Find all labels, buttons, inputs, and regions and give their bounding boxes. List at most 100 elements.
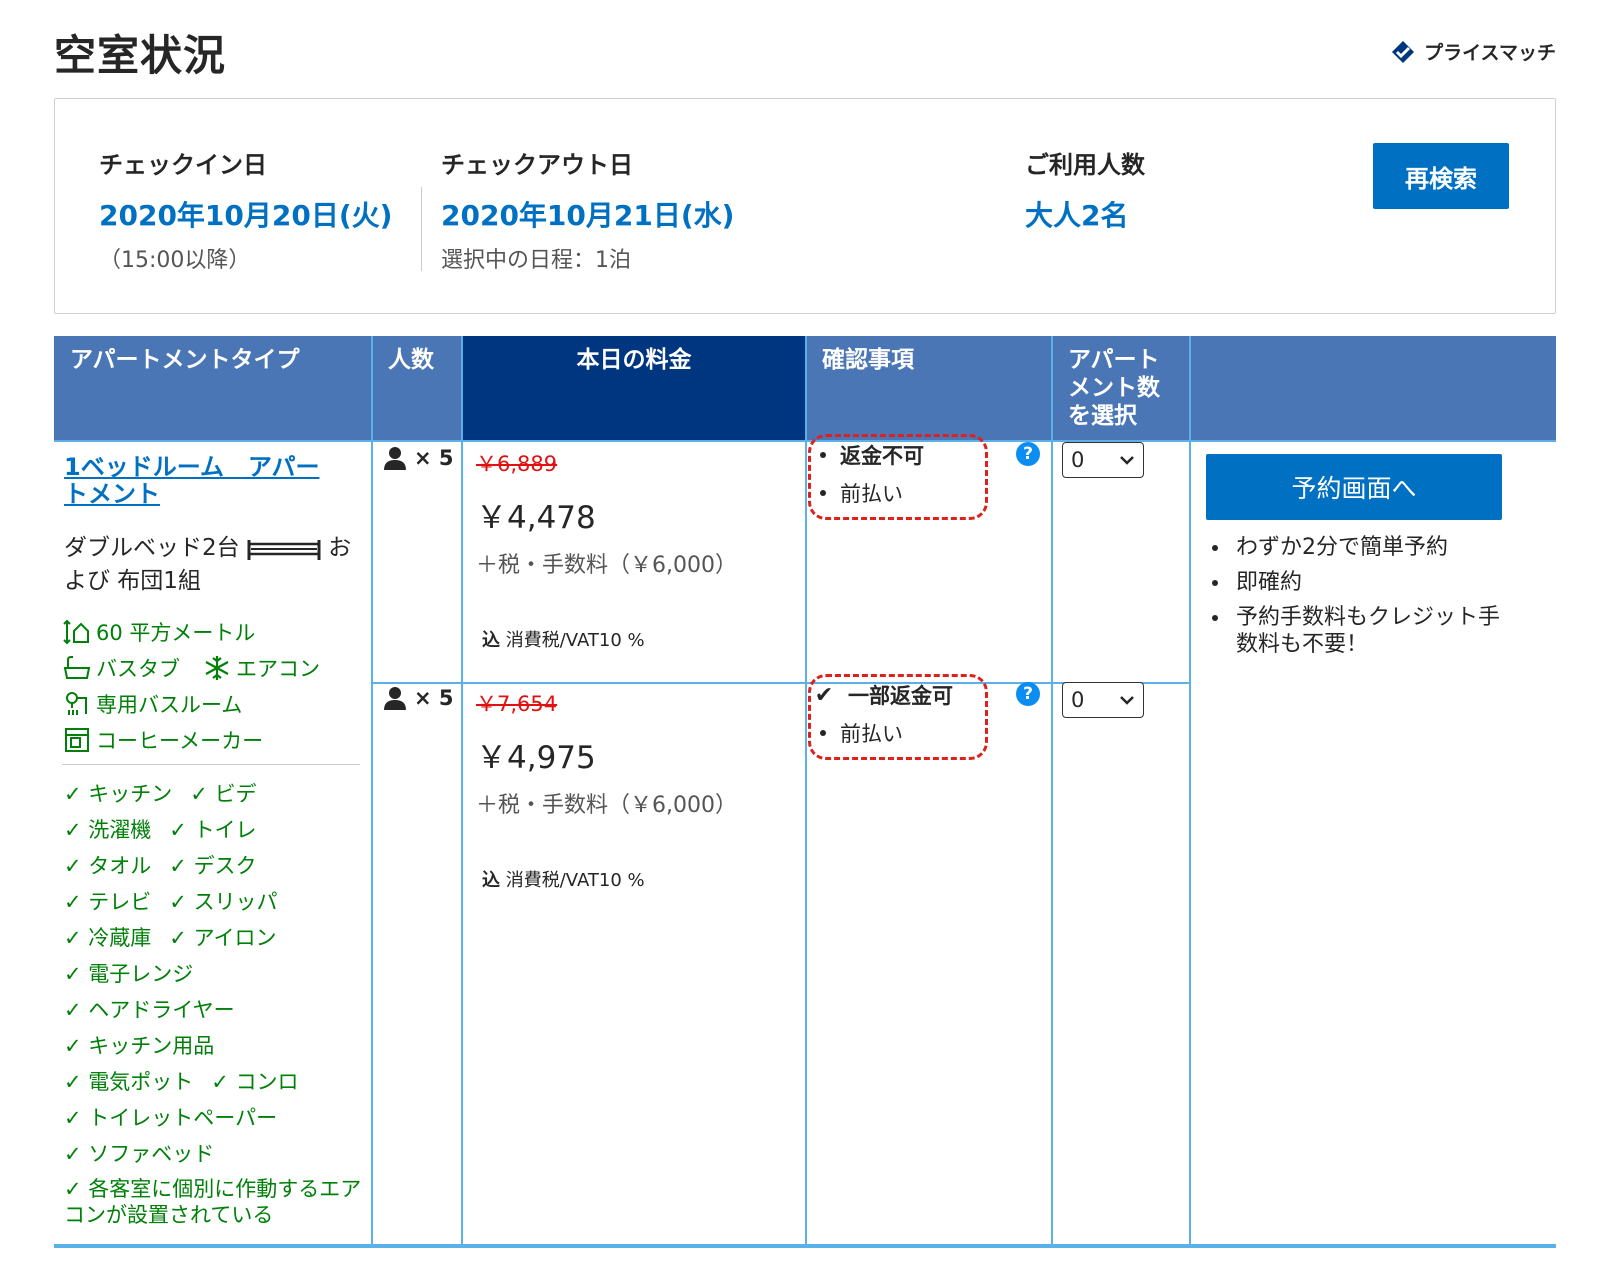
person-icon [384, 447, 406, 470]
amenity-item: ビデ [190, 782, 256, 806]
original-price: ￥6,889 [476, 452, 558, 476]
col-divider [371, 336, 373, 1248]
amenities-list: キッチンビデ 洗濯機トイレ タオルデスク テレビスリッパ 冷蔵庫アイロン 電子レ… [64, 776, 364, 1228]
select-value: 0 [1071, 448, 1085, 472]
benefit-item: 予約手数料もクレジット手数料も不要！ [1208, 604, 1508, 658]
facility-coffee-maker: コーヒーメーカー [62, 722, 362, 758]
vat-prefix: 込 [482, 630, 500, 651]
amenity-item: 電気ポット [64, 1070, 193, 1094]
current-price: ￥4,478 [476, 500, 596, 536]
price-cell-1: ￥6,889 ￥4,478 ＋税・手数料（￥6,000） [476, 448, 737, 579]
checkin-date[interactable]: 2020年10月20日(火) [99, 194, 392, 234]
col-divider [1051, 336, 1053, 1248]
tax-fee-note: ＋税・手数料（￥6,000） [476, 553, 737, 578]
header-conditions: 確認事項 [806, 336, 1052, 442]
air-conditioning-icon [205, 656, 229, 680]
checkin-label: チェックイン日 [99, 151, 267, 179]
date-divider [421, 187, 422, 271]
vat-note-2: 込 消費税/VAT10 % [482, 866, 645, 892]
facility-label: 60 平方メートル [96, 621, 256, 645]
amenity-row: キッチンビデ [64, 776, 364, 812]
research-button[interactable]: 再検索 [1373, 143, 1509, 209]
page-title: 空室状況 [54, 31, 227, 80]
guests-value[interactable]: 大人2名 [1025, 194, 1145, 234]
annotation-circle [808, 434, 988, 520]
amenity-row: 各客室に個別に作動するエアコンが設置されている [64, 1176, 364, 1228]
col-divider [461, 336, 463, 1248]
amenity-item: トイレットペーパー [64, 1106, 277, 1130]
checkin-note: （15:00以降） [99, 248, 251, 273]
checkout-date[interactable]: 2020年10月21日(水) [441, 194, 734, 234]
amenity-item: デスク [169, 854, 256, 878]
amenity-item: ヘアドライヤー [64, 998, 235, 1022]
header-blank [1190, 336, 1556, 442]
amenity-row: 冷蔵庫アイロン [64, 920, 364, 956]
header-type: アパートメントタイプ [54, 336, 372, 442]
reserve-button[interactable]: 予約画面へ [1206, 454, 1502, 520]
bathtub-icon [63, 656, 91, 679]
amenity-row: 電子レンジ [64, 956, 364, 992]
checkin-block: チェックイン日 2020年10月20日(火) （15:00以降） [99, 145, 392, 274]
facility-label: コーヒーメーカー [96, 729, 264, 753]
chevron-down-icon [1120, 456, 1134, 465]
question-icon[interactable]: ? [1016, 682, 1040, 706]
facility-label: エアコン [236, 657, 320, 681]
col-divider [805, 336, 807, 1248]
vat-note-1: 込 消費税/VAT10 % [482, 626, 645, 652]
annotation-circle [808, 674, 988, 760]
tax-fee-note: ＋税・手数料（￥6,000） [476, 793, 737, 818]
current-price: ￥4,975 [476, 740, 596, 776]
amenity-item: アイロン [169, 926, 276, 950]
guests-block: ご利用人数 大人2名 [1025, 145, 1145, 234]
header-divider [54, 440, 1556, 442]
occupancy-2: × 5 [384, 686, 454, 710]
price-match[interactable]: プライスマッチ [1390, 38, 1556, 65]
table-bottom-border [54, 1244, 1556, 1248]
amenity-row: ソファベッド [64, 1136, 364, 1172]
amenity-item: 冷蔵庫 [64, 926, 151, 950]
guests-label: ご利用人数 [1025, 151, 1145, 179]
booking-benefits: わずか2分で簡単予約 即確約 予約手数料もクレジット手数料も不要！ [1208, 534, 1508, 666]
vat-prefix: 込 [482, 870, 500, 891]
header-select-count: アパートメント数を選択 [1052, 336, 1190, 442]
facility-label: バスタブ [96, 657, 180, 681]
col-divider [1189, 336, 1191, 1248]
question-icon[interactable]: ? [1016, 442, 1040, 466]
room-name-link[interactable]: 1ベッドルーム アパートメント [64, 454, 324, 508]
coffee-maker-icon [65, 728, 89, 752]
amenity-item: 各客室に個別に作動するエアコンが設置されている [64, 1177, 361, 1227]
chevron-down-icon [1120, 696, 1134, 705]
facility-bath-aircon: バスタブ エアコン [62, 650, 362, 686]
room-count-select-1[interactable]: 0 [1062, 442, 1144, 478]
amenity-item: タオル [64, 854, 151, 878]
amenity-item: キッチン [64, 782, 172, 806]
person-icon [384, 687, 406, 710]
facility-private-bathroom: 専用バスルーム [62, 686, 362, 722]
amenity-row: タオルデスク [64, 848, 364, 884]
price-cell-2: ￥7,654 ￥4,975 ＋税・手数料（￥6,000） [476, 688, 737, 819]
room-size-icon [63, 619, 89, 645]
amenity-row: 電気ポットコンロ [64, 1064, 364, 1100]
room-count-select-2[interactable]: 0 [1062, 682, 1144, 718]
amenity-item: 洗濯機 [64, 818, 151, 842]
vat-text: 消費税/VAT10 % [505, 870, 645, 891]
occupancy-count: × 5 [414, 686, 454, 710]
amenity-row: トイレットペーパー [64, 1100, 364, 1136]
facilities-list: 60 平方メートル バスタブ エアコン 専用バスルーム コーヒーメーカー [62, 614, 362, 758]
bed-icon [247, 539, 321, 560]
checkout-note: 選択中の日程：1泊 [441, 248, 631, 273]
facility-label: 専用バスルーム [96, 693, 243, 717]
occupancy-count: × 5 [414, 446, 454, 470]
original-price: ￥7,654 [476, 692, 558, 716]
amenity-row: テレビスリッパ [64, 884, 364, 920]
amenity-item: テレビ [64, 890, 151, 914]
amenity-item: ソファベッド [64, 1142, 214, 1166]
checkout-label: チェックアウト日 [441, 151, 633, 179]
price-match-icon [1392, 40, 1415, 63]
amenity-item: コンロ [211, 1070, 298, 1094]
private-bathroom-icon [66, 692, 87, 715]
select-value: 0 [1071, 688, 1085, 712]
amenity-item: キッチン用品 [64, 1034, 214, 1058]
amenity-item: トイレ [169, 818, 256, 842]
header-guests: 人数 [372, 336, 462, 442]
